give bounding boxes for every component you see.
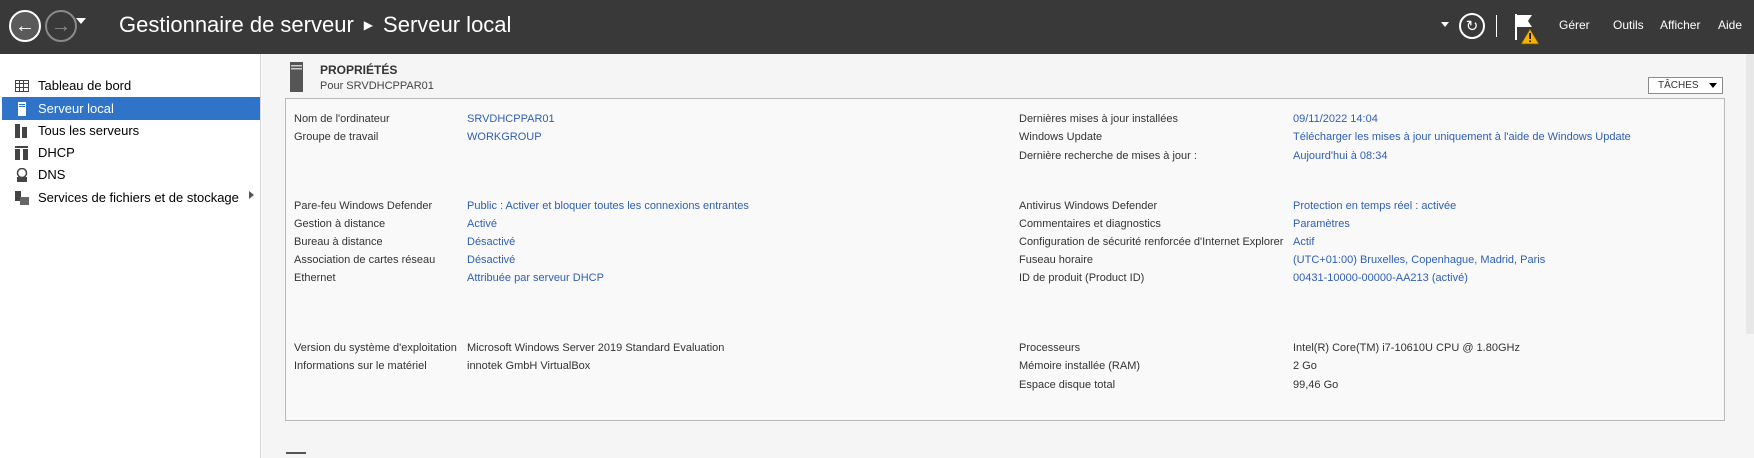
property-label: Configuration de sécurité renforcée d'In…	[1019, 236, 1284, 248]
sidebar-item-label: DHCP	[38, 145, 75, 160]
hardware-info-value: innotek GmbH VirtualBox	[467, 360, 591, 372]
sidebar: Tableau de bord Serveur local Tous les s…	[0, 54, 261, 458]
vertical-scrollbar[interactable]	[1746, 54, 1754, 334]
property-label: Dernière recherche de mises à jour :	[1019, 150, 1197, 162]
property-label: Nom de l'ordinateur	[294, 113, 390, 125]
dns-icon	[14, 167, 30, 183]
nic-teaming-link[interactable]: Désactivé	[467, 254, 515, 268]
windows-update-link[interactable]: Télécharger les mises à jour uniquement …	[1293, 131, 1631, 145]
last-updates-link[interactable]: 09/11/2022 14:04	[1293, 113, 1378, 127]
breadcrumb-current: Serveur local	[383, 12, 512, 37]
sidebar-item-tous-les-serveurs[interactable]: Tous les serveurs	[0, 119, 260, 142]
arrow-right-icon: →	[51, 15, 71, 37]
breadcrumb-root[interactable]: Gestionnaire de serveur	[119, 12, 354, 38]
sidebar-item-tableau-de-bord[interactable]: Tableau de bord	[0, 74, 260, 97]
chevron-down-icon	[1709, 83, 1717, 88]
remote-desktop-link[interactable]: Désactivé	[467, 236, 515, 250]
server-icon	[14, 101, 30, 117]
antivirus-link[interactable]: Protection en temps réel : activée	[1293, 200, 1456, 214]
menu-afficher[interactable]: Afficher	[1660, 18, 1700, 32]
property-label: Groupe de travail	[294, 131, 379, 143]
sidebar-item-label: Serveur local	[38, 101, 114, 116]
arrow-left-icon: ←	[15, 15, 35, 37]
property-label: Ethernet	[294, 272, 336, 284]
toolbar-divider	[1496, 15, 1497, 37]
processor-value: Intel(R) Core(TM) i7-10610U CPU @ 1.80GH…	[1293, 342, 1520, 354]
notifications-flag-icon[interactable]	[1512, 11, 1542, 45]
workgroup-link[interactable]: WORKGROUP	[467, 131, 542, 145]
sidebar-item-label: Tableau de bord	[38, 78, 132, 93]
back-button[interactable]: ←	[9, 10, 41, 42]
remote-management-link[interactable]: Activé	[467, 218, 497, 232]
property-label: Espace disque total	[1019, 379, 1116, 391]
computer-name-link[interactable]: SRVDHCPPAR01	[467, 113, 555, 127]
property-label: Commentaires et diagnostics	[1019, 218, 1161, 230]
dashboard-grid-icon	[14, 78, 30, 94]
navigation-history-dropdown[interactable]	[76, 18, 86, 24]
menu-outils[interactable]: Outils	[1613, 18, 1644, 32]
property-label: Bureau à distance	[294, 236, 383, 248]
sidebar-item-services-de-fichiers[interactable]: Services de fichiers et de stockage	[0, 186, 260, 209]
property-label: Windows Update	[1019, 131, 1103, 143]
refresh-dropdown[interactable]	[1441, 22, 1449, 27]
firewall-link[interactable]: Public : Activer et bloquer toutes les c…	[467, 200, 749, 214]
forward-button[interactable]: →	[45, 10, 77, 42]
property-label: Version du système d'exploitation	[294, 342, 457, 354]
sidebar-item-serveur-local[interactable]: Serveur local	[2, 97, 260, 120]
property-label: Antivirus Windows Defender	[1019, 200, 1158, 212]
disk-space-value: 99,46 Go	[1293, 379, 1339, 391]
sidebar-item-label: Services de fichiers et de stockage	[38, 190, 239, 205]
next-section-header	[286, 452, 306, 456]
property-label: Gestion à distance	[294, 218, 386, 230]
tasks-dropdown-button[interactable]: TÂCHES	[1648, 77, 1723, 94]
sidebar-item-label: Tous les serveurs	[38, 123, 140, 138]
property-label: Informations sur le matériel	[294, 360, 427, 372]
refresh-icon: ↻	[1465, 18, 1479, 35]
sidebar-item-dns[interactable]: DNS	[0, 163, 260, 186]
timezone-link[interactable]: (UTC+01:00) Bruxelles, Copenhague, Madri…	[1293, 254, 1545, 268]
servers-icon	[14, 123, 30, 139]
title-bar: ← → Gestionnaire de serveur ▶ Serveur lo…	[0, 0, 1754, 54]
ethernet-link[interactable]: Attribuée par serveur DHCP	[467, 272, 604, 286]
breadcrumb: Gestionnaire de serveur ▶ Serveur local	[119, 12, 511, 38]
property-label: Fuseau horaire	[1019, 254, 1093, 266]
property-label: Processeurs	[1019, 342, 1081, 354]
breadcrumb-separator-icon: ▶	[363, 18, 374, 32]
server-icon	[290, 62, 303, 92]
property-label: ID de produit (Product ID)	[1019, 272, 1145, 284]
sidebar-item-dhcp[interactable]: DHCP	[0, 141, 260, 164]
ie-security-link[interactable]: Actif	[1293, 236, 1314, 250]
property-label: Association de cartes réseau	[294, 254, 436, 266]
menu-gerer[interactable]: Gérer	[1559, 18, 1590, 32]
refresh-button[interactable]: ↻	[1459, 13, 1485, 39]
property-label: Mémoire installée (RAM)	[1019, 360, 1141, 372]
properties-title: PROPRIÉTÉS	[320, 63, 398, 77]
sidebar-item-label: DNS	[38, 167, 66, 182]
dhcp-icon	[14, 145, 30, 161]
tasks-label: TÂCHES	[1658, 80, 1699, 91]
property-label: Pare-feu Windows Defender	[294, 200, 433, 212]
storage-icon	[14, 190, 30, 206]
last-check-link[interactable]: Aujourd'hui à 08:34	[1293, 150, 1387, 164]
ram-value: 2 Go	[1293, 360, 1317, 372]
properties-subtitle: Pour SRVDHCPPAR01	[320, 80, 434, 92]
chevron-right-icon[interactable]	[249, 191, 254, 199]
property-label: Dernières mises à jour installées	[1019, 113, 1178, 125]
os-version-value: Microsoft Windows Server 2019 Standard E…	[467, 342, 725, 354]
product-id-link[interactable]: 00431-10000-00000-AA213 (activé)	[1293, 272, 1468, 286]
diagnostics-link[interactable]: Paramètres	[1293, 218, 1350, 232]
menu-aide[interactable]: Aide	[1718, 18, 1742, 32]
